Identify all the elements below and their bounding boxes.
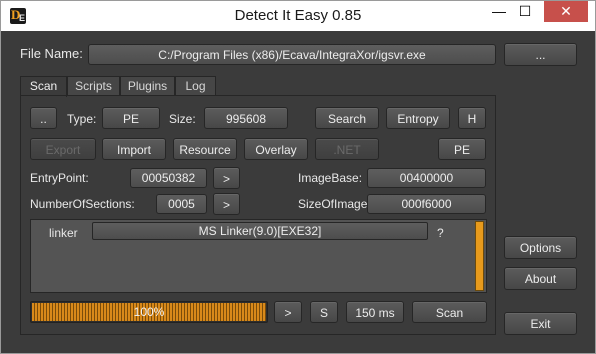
import-button[interactable]: Import	[102, 138, 166, 160]
browse-button[interactable]: ...	[504, 43, 577, 66]
tab-log[interactable]: Log	[175, 76, 216, 95]
pe-button[interactable]: PE	[438, 138, 486, 160]
imagebase-field[interactable]: 00400000	[367, 168, 486, 188]
up-button[interactable]: ..	[30, 107, 57, 129]
result-name[interactable]: MS Linker(9.0)[EXE32]	[92, 222, 428, 240]
export-button[interactable]: Export	[30, 138, 96, 160]
scan-button[interactable]: Scan	[412, 301, 487, 323]
net-button[interactable]: .NET	[315, 138, 379, 160]
imagebase-label: ImageBase:	[298, 171, 363, 185]
file-name-label: File Name:	[20, 46, 83, 61]
entrypoint-go-button[interactable]: >	[213, 167, 240, 189]
type-label: Type:	[67, 112, 97, 126]
size-value: 995608	[204, 107, 288, 129]
type-button[interactable]: PE	[102, 107, 160, 129]
next-button[interactable]: >	[274, 301, 302, 323]
tab-scan[interactable]: Scan	[20, 76, 67, 97]
resource-button[interactable]: Resource	[173, 138, 237, 160]
size-label: Size:	[169, 112, 196, 126]
sizeofimage-label: SizeOfImage:	[298, 197, 371, 211]
exit-button[interactable]: Exit	[504, 312, 577, 335]
file-path-field[interactable]: C:/Program Files (x86)/Ecava/IntegraXor/…	[88, 44, 496, 65]
title-bar: D E Detect It Easy 0.85 — ☐ ✕	[1, 1, 595, 31]
entrypoint-label: EntryPoint:	[30, 171, 89, 185]
result-scrollbar[interactable]	[475, 221, 484, 291]
scan-progress-bar: 100%	[30, 301, 268, 323]
search-button[interactable]: Search	[315, 107, 379, 129]
tab-scripts[interactable]: Scripts	[67, 76, 120, 95]
sizeofimage-field[interactable]: 000f6000	[367, 194, 486, 214]
maximize-button[interactable]: ☐	[512, 1, 538, 22]
overlay-button[interactable]: Overlay	[244, 138, 308, 160]
entrypoint-field[interactable]: 00050382	[130, 168, 207, 188]
result-info-button[interactable]: ?	[437, 226, 444, 240]
scan-time-value: 150 ms	[346, 301, 404, 323]
sections-go-button[interactable]: >	[213, 193, 240, 215]
hex-button[interactable]: H	[458, 107, 486, 129]
scan-panel	[20, 95, 496, 335]
sections-label: NumberOfSections:	[30, 197, 135, 211]
tab-plugins[interactable]: Plugins	[120, 76, 175, 95]
entropy-button[interactable]: Entropy	[386, 107, 450, 129]
minimize-button[interactable]: —	[486, 1, 512, 22]
result-type: linker	[49, 226, 78, 240]
options-button[interactable]: Options	[504, 236, 577, 259]
s-button[interactable]: S	[310, 301, 338, 323]
main-window: D E Detect It Easy 0.85 — ☐ ✕ File Name:…	[0, 0, 596, 354]
progress-text: 100%	[133, 305, 165, 319]
about-button[interactable]: About	[504, 267, 577, 290]
close-button[interactable]: ✕	[544, 1, 588, 22]
sections-field[interactable]: 0005	[156, 194, 207, 214]
